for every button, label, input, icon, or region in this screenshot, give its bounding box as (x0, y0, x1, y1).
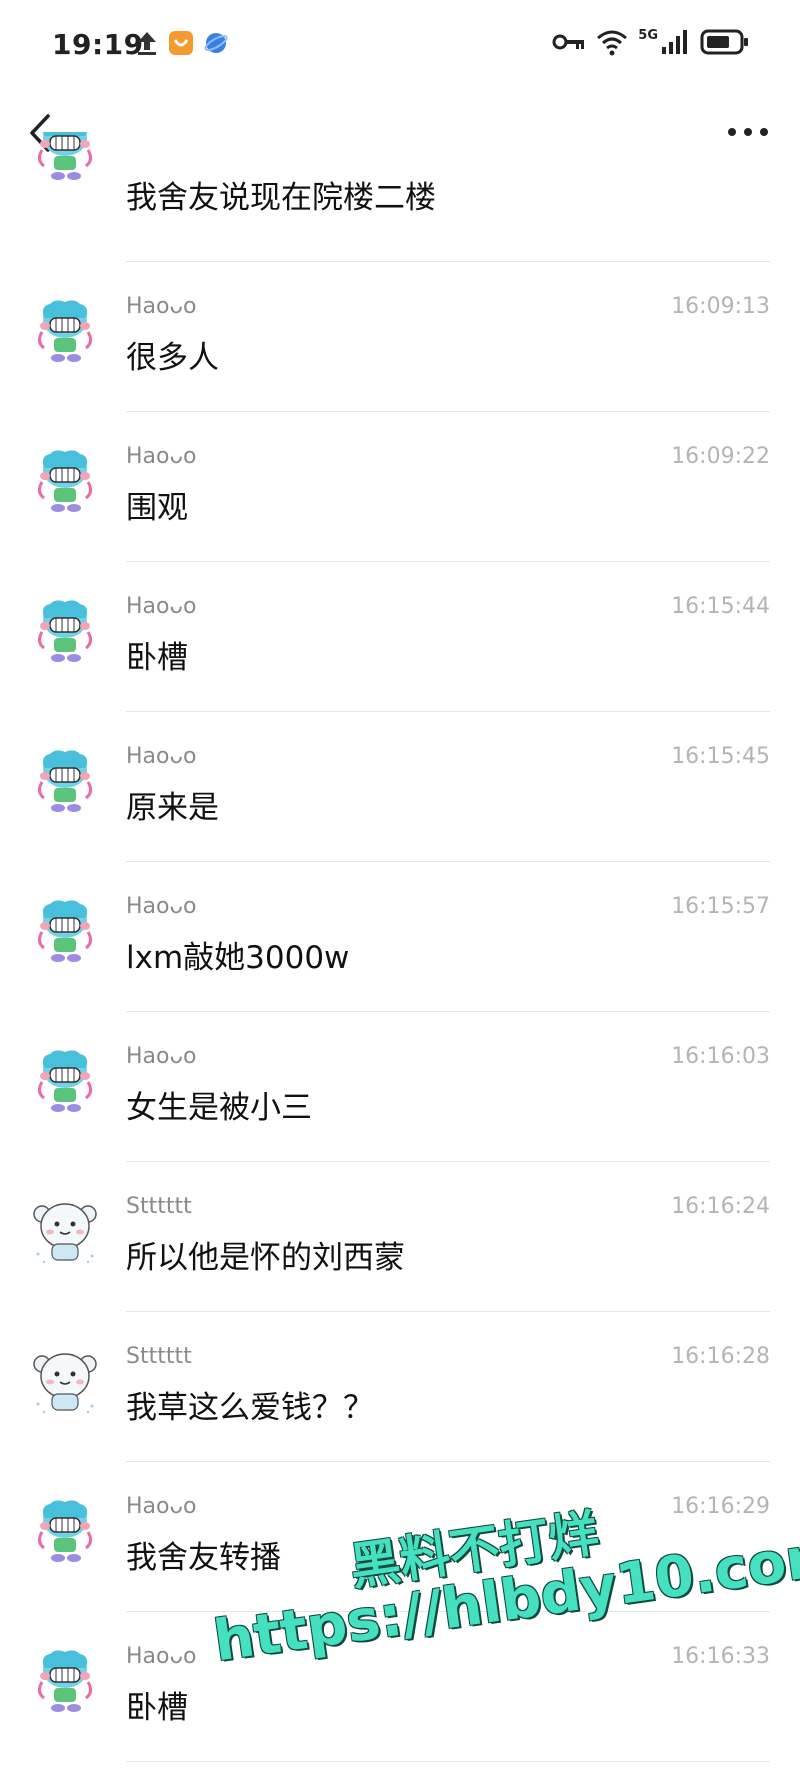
signal-bars-icon (662, 30, 687, 54)
message-time: 16:15:44 (671, 594, 770, 619)
message-time: 16:09:13 (671, 294, 770, 319)
sender-name: Stttttt (126, 1194, 192, 1219)
cartoon-fish-avatar[interactable] (30, 1646, 100, 1716)
message-text: 围观 (126, 490, 188, 526)
message-row[interactable]: Haoᴗo 16:09:13 很多人 (0, 262, 800, 412)
divider (126, 1761, 770, 1762)
message-text: 我舍友说现在院楼二楼 (126, 180, 436, 216)
signal-label: 5G (638, 27, 658, 43)
status-time: 19:19 (52, 28, 144, 61)
browser-ball-icon (204, 33, 228, 53)
status-bar: 19:19 5G (0, 0, 800, 90)
status-icons-left (136, 30, 228, 56)
sender-name: Haoᴗo (126, 894, 197, 919)
message-row[interactable]: Haoᴗo 16:15:44 卧槽 (0, 562, 800, 712)
message-time: 16:16:28 (671, 1344, 770, 1369)
message-text: 卧槽 (126, 640, 188, 676)
message-row[interactable]: Haoᴗo 16:15:57 lxm敲她3000w (0, 862, 800, 1012)
message-text: 卧槽 (126, 1690, 188, 1726)
status-icons-right: 5G (552, 28, 750, 56)
cartoon-fish-avatar[interactable] (30, 896, 100, 966)
message-row[interactable]: Haoᴗo 16:09:22 围观 (0, 412, 800, 562)
cartoon-fish-avatar[interactable] (30, 1496, 100, 1566)
sender-name: Haoᴗo (126, 744, 197, 769)
app-badge-icon (169, 31, 193, 55)
sender-name: Haoᴗo (126, 294, 197, 319)
cartoon-bear-avatar[interactable] (30, 1196, 100, 1266)
message-time: 16:16:29 (671, 1494, 770, 1519)
cartoon-fish-avatar[interactable] (30, 1046, 100, 1116)
more-dots-icon[interactable] (724, 110, 772, 154)
sender-name: Haoᴗo (126, 1644, 197, 1669)
message-text: lxm敲她3000w (126, 940, 350, 976)
message-row[interactable]: 我舍友说现在院楼二楼 (0, 132, 800, 262)
message-time: 16:16:03 (671, 1044, 770, 1069)
sender-name: Haoᴗo (126, 594, 197, 619)
sender-name: Haoᴗo (126, 1044, 197, 1069)
message-row[interactable]: Stttttt 16:16:28 我草这么爱钱？？ (0, 1312, 800, 1462)
cartoon-fish-avatar[interactable] (30, 746, 100, 816)
message-row[interactable]: Stttttt 16:16:24 所以他是怀的刘西蒙 (0, 1162, 800, 1312)
sender-name: Haoᴗo (126, 1494, 197, 1519)
message-text: 我草这么爱钱？？ (126, 1390, 374, 1426)
message-text: 所以他是怀的刘西蒙 (126, 1240, 405, 1276)
message-time: 16:09:22 (671, 444, 770, 469)
message-row[interactable]: Haoᴗo 16:15:45 原来是 (0, 712, 800, 862)
message-time: 16:15:57 (671, 894, 770, 919)
cartoon-fish-avatar[interactable] (30, 446, 100, 516)
upload-arrow-icon (138, 32, 156, 55)
cartoon-fish-avatar[interactable] (30, 296, 100, 366)
message-row[interactable]: Haoᴗo 16:16:03 女生是被小三 (0, 1012, 800, 1162)
cartoon-fish-avatar[interactable] (30, 132, 100, 184)
cartoon-fish-avatar[interactable] (30, 596, 100, 666)
message-text: 女生是被小三 (126, 1090, 312, 1126)
wifi-icon (597, 30, 628, 56)
sender-name: Stttttt (126, 1344, 192, 1369)
message-time: 16:16:24 (671, 1194, 770, 1219)
message-text: 很多人 (126, 340, 219, 376)
message-time: 16:16:33 (671, 1644, 770, 1669)
battery-icon (700, 29, 748, 55)
message-text: 我舍友转播 (126, 1540, 281, 1576)
message-time: 16:15:45 (671, 744, 770, 769)
key-icon (552, 34, 585, 50)
sender-name: Haoᴗo (126, 444, 197, 469)
message-text: 原来是 (126, 790, 219, 826)
cartoon-bear-avatar[interactable] (30, 1346, 100, 1416)
